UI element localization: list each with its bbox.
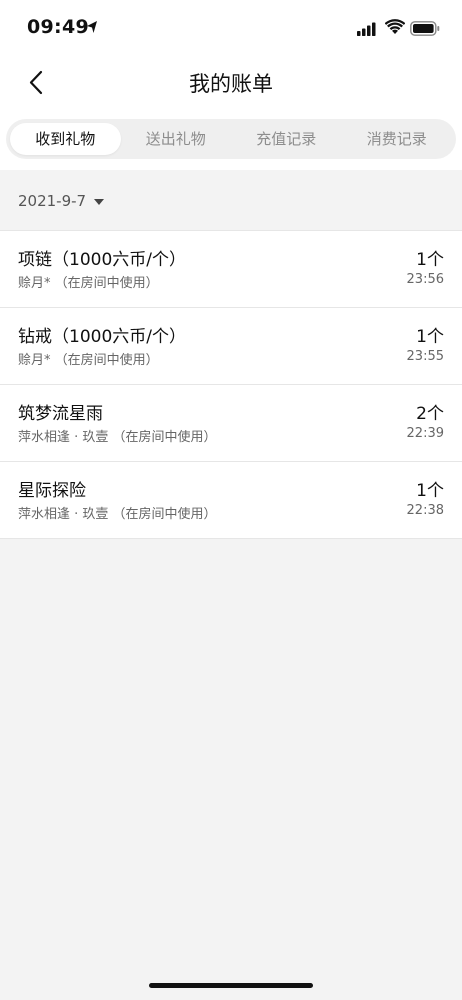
list-item[interactable]: 项链（1000六币/个） 赊月* （在房间中使用） 1个 23:56 <box>0 231 462 308</box>
tab-spending-records[interactable]: 消费记录 <box>342 123 453 155</box>
gift-source: 萍水相逢 · 玖壹 （在房间中使用） <box>18 507 217 522</box>
gift-time: 23:55 <box>406 349 444 364</box>
gift-name: 项链（1000六币/个） <box>18 250 186 270</box>
gift-count: 1个 <box>416 250 444 270</box>
caret-down-icon <box>94 199 105 205</box>
record-list: 项链（1000六币/个） 赊月* （在房间中使用） 1个 23:56 钻戒（10… <box>0 230 462 539</box>
list-item[interactable]: 钻戒（1000六币/个） 赊月* （在房间中使用） 1个 23:55 <box>0 308 462 385</box>
gift-name: 筑梦流星雨 <box>18 404 103 424</box>
gift-source: 赊月* （在房间中使用） <box>18 276 159 291</box>
date-filter[interactable]: 2021-9-7 <box>18 189 105 213</box>
gift-count: 1个 <box>416 481 444 501</box>
location-arrow-icon <box>87 21 97 33</box>
gift-name: 星际探险 <box>18 481 86 501</box>
date-filter-label: 2021-9-7 <box>18 192 87 210</box>
navigation-bar: 我的账单 <box>0 58 462 110</box>
gift-time: 22:38 <box>406 503 444 518</box>
tab-bar: 收到礼物 送出礼物 充值记录 消费记录 <box>6 119 456 159</box>
status-time: 09:49 <box>27 16 89 38</box>
tab-received-gifts[interactable]: 收到礼物 <box>10 123 121 155</box>
status-bar: 09:49 <box>0 0 462 58</box>
gift-name: 钻戒（1000六币/个） <box>18 327 186 347</box>
tab-bar-container: 收到礼物 送出礼物 充值记录 消费记录 <box>0 110 462 170</box>
home-indicator[interactable] <box>149 983 313 988</box>
gift-count: 1个 <box>416 327 444 347</box>
cellular-signal-icon <box>357 22 376 36</box>
tab-recharge-records[interactable]: 充值记录 <box>231 123 342 155</box>
wifi-icon <box>385 19 405 34</box>
gift-source: 赊月* （在房间中使用） <box>18 353 159 368</box>
bill-page: 09:49 我的账单 收到礼物 送出礼物 充值记录 消费记录 2021-9-7 … <box>0 0 462 1000</box>
battery-icon <box>410 21 440 36</box>
list-item[interactable]: 筑梦流星雨 萍水相逢 · 玖壹 （在房间中使用） 2个 22:39 <box>0 385 462 462</box>
tab-sent-gifts[interactable]: 送出礼物 <box>121 123 232 155</box>
gift-count: 2个 <box>416 404 444 424</box>
gift-time: 22:39 <box>406 426 444 441</box>
list-item[interactable]: 星际探险 萍水相逢 · 玖壹 （在房间中使用） 1个 22:38 <box>0 462 462 539</box>
gift-time: 23:56 <box>406 272 444 287</box>
gift-source: 萍水相逢 · 玖壹 （在房间中使用） <box>18 430 217 445</box>
page-title: 我的账单 <box>189 72 273 96</box>
